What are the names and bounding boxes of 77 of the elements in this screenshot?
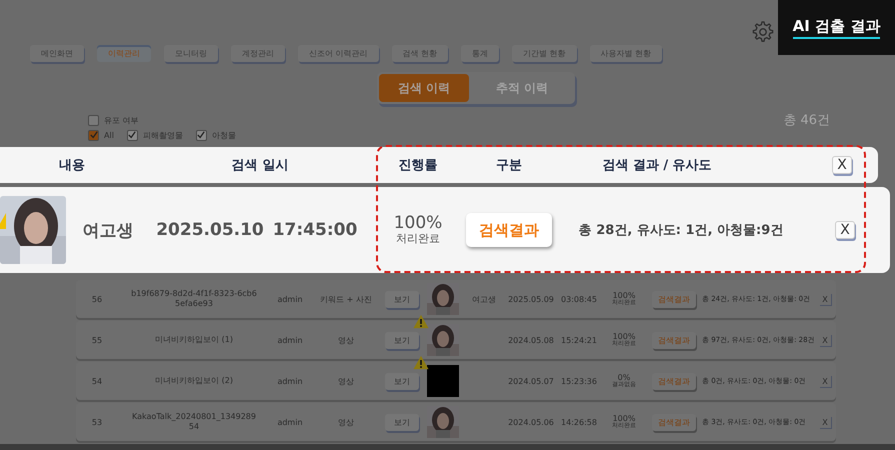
close-button[interactable]: X: [832, 156, 852, 174]
close-button[interactable]: X: [835, 221, 855, 239]
nav-tab[interactable]: 기간별 현황: [512, 45, 577, 62]
table-cell-text: 54: [90, 376, 104, 386]
table-cell-text: 55: [90, 336, 104, 344]
progress-status: 처리완료: [396, 233, 440, 245]
view-button[interactable]: 보기: [385, 414, 419, 430]
table-cell-text: 53: [90, 418, 104, 426]
banner-title: AI 검출 결과: [792, 16, 880, 38]
result-button[interactable]: 검색결과: [652, 414, 696, 430]
table-cell-text: 15:23:36: [560, 376, 598, 386]
settings-icon[interactable]: [750, 20, 774, 44]
table-cell-text: b19f6879-8d2d-4f1f-8323-6cb65efa6e93: [130, 289, 258, 309]
table-cell-text: admin: [276, 376, 304, 386]
table-cell-text: admin: [276, 294, 304, 304]
table-cell-text: 미녀비키하입보이 (1): [154, 335, 234, 345]
title-text: 여고생: [82, 220, 134, 242]
nav-tab[interactable]: 사용자별 현황: [590, 45, 662, 62]
table-cell-text: 2024.05.06: [507, 418, 555, 426]
checkbox-label: All: [104, 130, 114, 140]
table-cell-text: 미녀비키하입보이 (2): [154, 376, 234, 386]
checkbox-label: 아청물: [212, 130, 236, 140]
close-button[interactable]: X: [819, 293, 831, 305]
date-text: 2025.05.10: [155, 220, 265, 240]
checkbox[interactable]: [196, 130, 207, 140]
table-cell-text: 56: [90, 294, 104, 304]
total-count: 총 46건: [783, 112, 830, 129]
table-cell-text: 03:08:45: [560, 294, 598, 304]
result-button[interactable]: 검색결과: [652, 290, 696, 308]
table-cell-text: 영상: [337, 334, 355, 346]
view-button[interactable]: 보기: [385, 290, 419, 308]
column-header: 검색 일시: [232, 157, 288, 174]
result-button[interactable]: 검색결과: [652, 332, 696, 348]
table-cell-text: KakaoTalk_20240801_134928954: [131, 412, 257, 432]
view-button[interactable]: 보기: [385, 372, 419, 390]
table-cell-text: 영상: [337, 416, 355, 428]
result-button[interactable]: 검색결과: [652, 372, 696, 390]
nav-tab[interactable]: 통계: [461, 45, 500, 62]
column-header: 구분: [496, 157, 522, 174]
nav-tab[interactable]: 모니터링: [164, 45, 218, 62]
result-button[interactable]: 검색결과: [466, 213, 552, 247]
table-cell-text: admin: [276, 336, 304, 344]
table-cell-text: 15:24:21: [560, 336, 598, 344]
column-header: 검색 결과 / 유사도: [602, 157, 712, 174]
progress-value: 100%: [612, 415, 636, 423]
result-text: 총 28건, 유사도: 1건, 아청물:9건: [578, 222, 784, 239]
nav-tab[interactable]: 이력관리: [97, 45, 151, 62]
progress-value: 100%: [612, 292, 636, 300]
checkbox-label: 피해촬영물: [142, 130, 183, 140]
checkbox[interactable]: [126, 130, 138, 140]
progress-value: 100%: [612, 333, 636, 341]
column-header: 내용: [59, 157, 85, 174]
close-button[interactable]: X: [819, 334, 831, 346]
progress-value: 100%: [394, 215, 442, 234]
column-header: 진행률: [398, 157, 438, 174]
progress-value: 0%: [618, 374, 630, 382]
table-cell-text: 여고생: [471, 294, 497, 304]
view-button[interactable]: 보기: [385, 332, 419, 348]
blank-thumbnail: [427, 365, 459, 397]
table-cell-text: 2025.05.09: [507, 294, 555, 304]
table-cell-text: 2024.05.07: [507, 376, 555, 386]
checkbox[interactable]: [88, 130, 99, 140]
table-cell-text: 14:26:58: [560, 418, 598, 426]
nav-tab[interactable]: 메인화면: [30, 45, 84, 62]
toggle-tab[interactable]: 검색 이력: [379, 74, 469, 102]
nav-tab[interactable]: 계정관리: [231, 45, 285, 62]
table-cell-text: 영상: [337, 376, 355, 386]
nav-tab[interactable]: 신조어 이력관리: [298, 45, 379, 62]
table-cell-text: admin: [276, 418, 304, 426]
time-text: 17:45:00: [272, 220, 358, 240]
close-button[interactable]: X: [819, 375, 831, 387]
nav-tab[interactable]: 검색 현황: [392, 45, 448, 62]
checkbox[interactable]: [88, 114, 99, 126]
table-cell-text: 2024.05.08: [507, 336, 555, 344]
table-cell-text: 키워드 + 사진: [319, 294, 373, 304]
close-button[interactable]: X: [819, 416, 831, 428]
checkbox-label: 유포 여부: [104, 114, 139, 126]
